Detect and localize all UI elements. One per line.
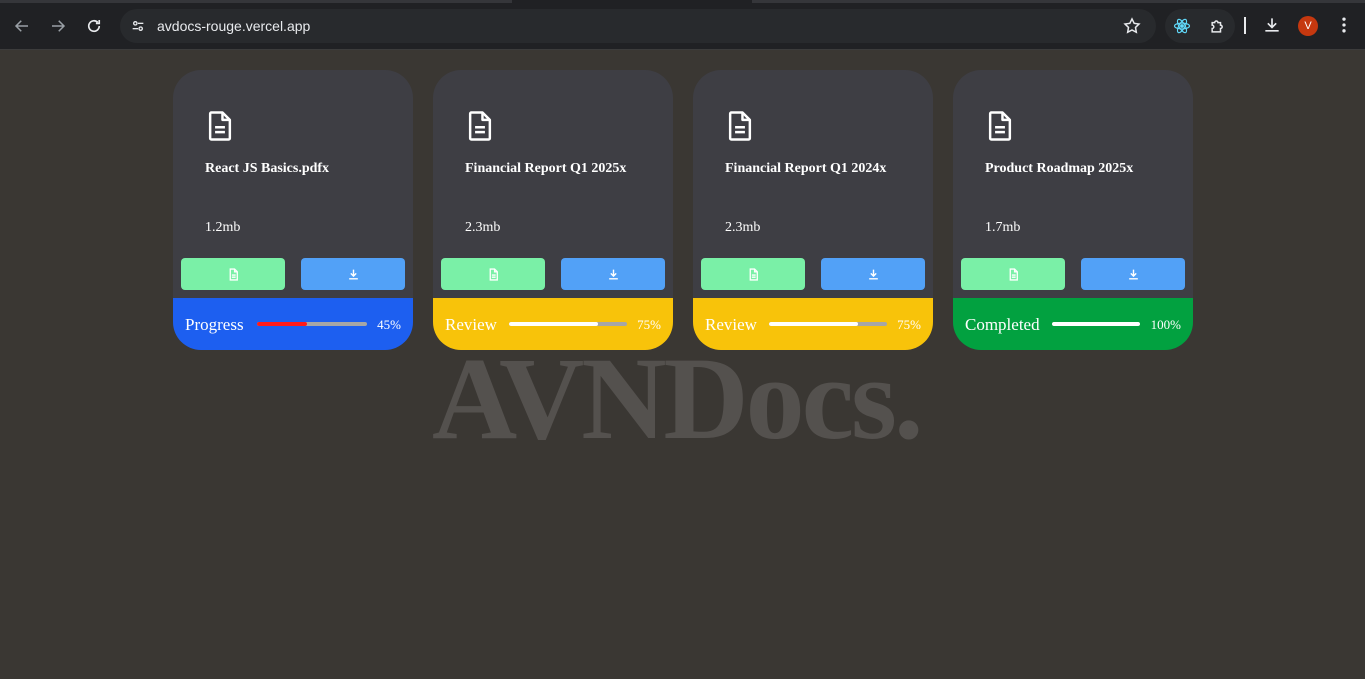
progress-percent: 100%: [1150, 317, 1181, 332]
brand-wordmark: AVNDocs.: [432, 333, 923, 464]
tune-icon: [132, 21, 144, 31]
file-name: React JS Basics.pdfx: [205, 161, 330, 176]
url-text[interactable]: avdocs-rouge.vercel.app: [157, 18, 310, 34]
document-card-3: Financial Report Q1 2024x 2.3mb Review 7…: [693, 70, 933, 350]
status-label: Review: [705, 315, 757, 334]
document-icon: [468, 111, 492, 141]
download-icon: [348, 269, 358, 280]
view-button[interactable]: [181, 258, 285, 290]
tab-strip-edge: [0, 0, 512, 3]
progress-fill: [509, 322, 598, 326]
status-label: Review: [445, 315, 497, 334]
document-icon: [208, 111, 232, 141]
file-icon: [1009, 267, 1018, 281]
progress-track: [1052, 322, 1140, 326]
tab-strip-edge-right: [752, 0, 1365, 3]
download-icon: [868, 269, 878, 280]
status-label: Progress: [185, 315, 244, 334]
site-info-button[interactable]: [126, 14, 150, 38]
document-icon: [988, 111, 1012, 141]
download-icon: [608, 269, 618, 280]
view-button[interactable]: [441, 258, 545, 290]
progress-percent: 75%: [897, 317, 921, 332]
status-label: Completed: [965, 315, 1040, 334]
progress-fill: [1052, 322, 1140, 326]
document-card-4: Product Roadmap 2025x 1.7mb Completed 10…: [953, 70, 1193, 350]
downloads-button[interactable]: [1262, 15, 1282, 35]
progress-percent: 45%: [377, 317, 401, 332]
reload-icon: [87, 19, 101, 33]
download-icon: [1128, 269, 1138, 280]
progress-track: [769, 322, 887, 326]
view-button[interactable]: [961, 258, 1065, 290]
progress-fill: [257, 322, 307, 326]
toolbar-divider: [1244, 17, 1246, 34]
address-bar[interactable]: avdocs-rouge.vercel.app: [120, 9, 1156, 43]
status-footer: Review 75%: [693, 298, 933, 350]
extensions-button[interactable]: [1208, 16, 1228, 36]
status-footer: Review 75%: [433, 298, 673, 350]
document-card-2: Financial Report Q1 2025x 2.3mb Review 7…: [433, 70, 673, 350]
document-card-1: React JS Basics.pdfx 1.2mb Progress 45%: [173, 70, 413, 350]
file-size: 2.3mb: [465, 220, 501, 235]
react-atom-icon: [1173, 18, 1191, 34]
status-footer: Completed 100%: [953, 298, 1193, 350]
bookmark-button[interactable]: [1122, 16, 1142, 36]
star-icon: [1123, 17, 1141, 34]
file-size: 2.3mb: [725, 220, 761, 235]
file-icon: [489, 267, 498, 281]
download-button[interactable]: [821, 258, 925, 290]
reload-button[interactable]: [80, 12, 108, 40]
download-icon: [1265, 18, 1279, 32]
file-name: Financial Report Q1 2024x: [725, 161, 887, 176]
progress-percent: 75%: [637, 317, 661, 332]
more-vert-icon: [1342, 17, 1346, 33]
back-button[interactable]: [8, 12, 36, 40]
menu-button[interactable]: [1334, 15, 1354, 35]
file-size: 1.7mb: [985, 220, 1021, 235]
document-icon: [728, 111, 752, 141]
view-button[interactable]: [701, 258, 805, 290]
progress-track: [257, 322, 367, 326]
arrow-left-icon: [14, 20, 28, 32]
forward-button[interactable]: [44, 12, 72, 40]
download-button[interactable]: [301, 258, 405, 290]
browser-toolbar: avdocs-rouge.vercel.app V: [0, 0, 1365, 50]
progress-track: [509, 322, 627, 326]
profile-avatar[interactable]: V: [1298, 16, 1318, 36]
download-button[interactable]: [561, 258, 665, 290]
status-footer: Progress 45%: [173, 298, 413, 350]
extensions-group: [1165, 9, 1235, 43]
file-size: 1.2mb: [205, 220, 241, 235]
arrow-right-icon: [52, 20, 66, 32]
react-devtools-extension[interactable]: [1172, 16, 1192, 36]
progress-fill: [769, 322, 858, 326]
puzzle-icon: [1211, 20, 1223, 33]
file-name: Product Roadmap 2025x: [985, 161, 1134, 176]
file-name: Financial Report Q1 2025x: [465, 161, 627, 176]
download-button[interactable]: [1081, 258, 1185, 290]
file-icon: [749, 267, 758, 281]
file-icon: [229, 267, 238, 281]
